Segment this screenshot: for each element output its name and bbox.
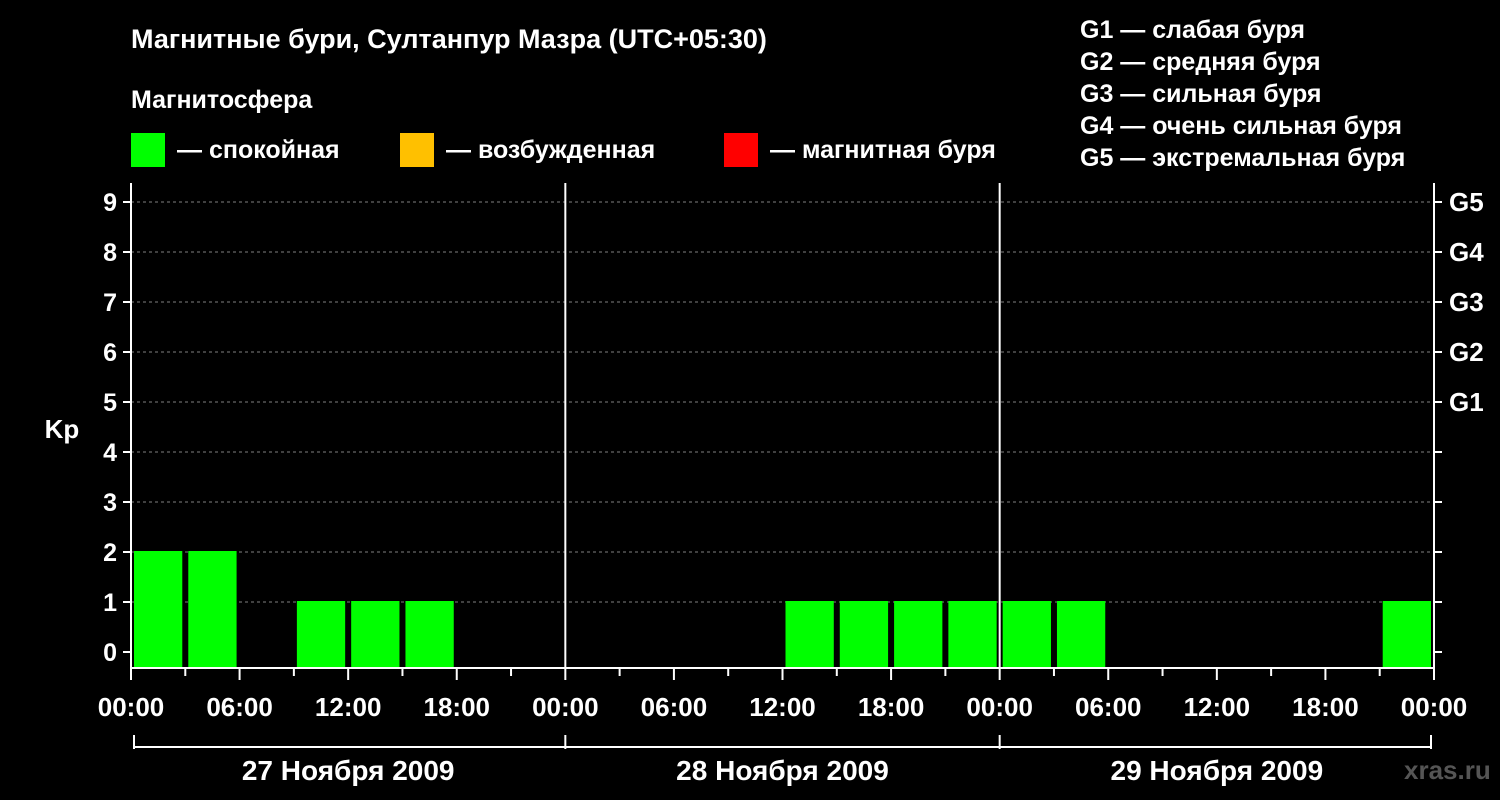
kp-bar xyxy=(1382,601,1431,668)
x-tick-label: 18:00 xyxy=(424,692,491,722)
x-tick-label: 18:00 xyxy=(1292,692,1359,722)
kp-bar xyxy=(405,601,454,668)
kp-chart: 0 1 2 3 4 5 6 7 8 9 G1 G2 G3 G4 G5 Kp 00:00 06:00 12:00 18:… xyxy=(45,183,1484,786)
x-tick-label: 12:00 xyxy=(749,692,816,722)
x-tick-label: 00:00 xyxy=(1401,692,1468,722)
kp-bar xyxy=(134,551,183,668)
day-label: 28 Ноября 2009 xyxy=(676,755,889,786)
y-tick-label: 0 xyxy=(103,639,117,667)
g-level-label: G1 xyxy=(1449,387,1484,417)
kp-bar xyxy=(351,601,400,668)
x-tick-label: 18:00 xyxy=(858,692,925,722)
x-tick-label: 06:00 xyxy=(206,692,273,722)
day-label: 27 Ноября 2009 xyxy=(242,755,455,786)
kp-bar xyxy=(296,601,346,668)
kp-bar xyxy=(1056,601,1106,668)
y-tick-label: 9 xyxy=(103,189,117,217)
kp-bar xyxy=(188,551,237,668)
kp-bar xyxy=(894,601,943,668)
x-tick-label: 12:00 xyxy=(1184,692,1251,722)
y-tick-label: 2 xyxy=(103,539,117,567)
x-tick-label: 00:00 xyxy=(98,692,165,722)
kp-bar xyxy=(839,601,889,668)
x-tick-label: 06:00 xyxy=(641,692,708,722)
y-axis-title: Kp xyxy=(45,414,80,444)
g-level-label: G5 xyxy=(1449,187,1484,217)
g-level-label: G2 xyxy=(1449,337,1484,367)
x-tick-label: 00:00 xyxy=(966,692,1033,722)
x-tick-label: 12:00 xyxy=(315,692,382,722)
x-tick-label: 06:00 xyxy=(1075,692,1142,722)
y-tick-label: 3 xyxy=(103,489,117,517)
y-tick-label: 1 xyxy=(103,589,117,617)
g-level-label: G3 xyxy=(1449,287,1484,317)
y-tick-label: 8 xyxy=(103,239,117,267)
kp-bar xyxy=(1002,601,1051,668)
kp-bar xyxy=(948,601,997,668)
watermark: xras.ru xyxy=(1404,755,1491,785)
x-tick-label: 00:00 xyxy=(532,692,599,722)
kp-bar xyxy=(785,601,834,668)
y-tick-label: 5 xyxy=(103,389,117,417)
y-tick-label: 4 xyxy=(103,439,117,467)
day-label: 29 Ноября 2009 xyxy=(1111,755,1324,786)
y-tick-label: 7 xyxy=(103,289,117,317)
g-level-label: G4 xyxy=(1449,237,1484,267)
y-tick-label: 6 xyxy=(103,339,117,367)
